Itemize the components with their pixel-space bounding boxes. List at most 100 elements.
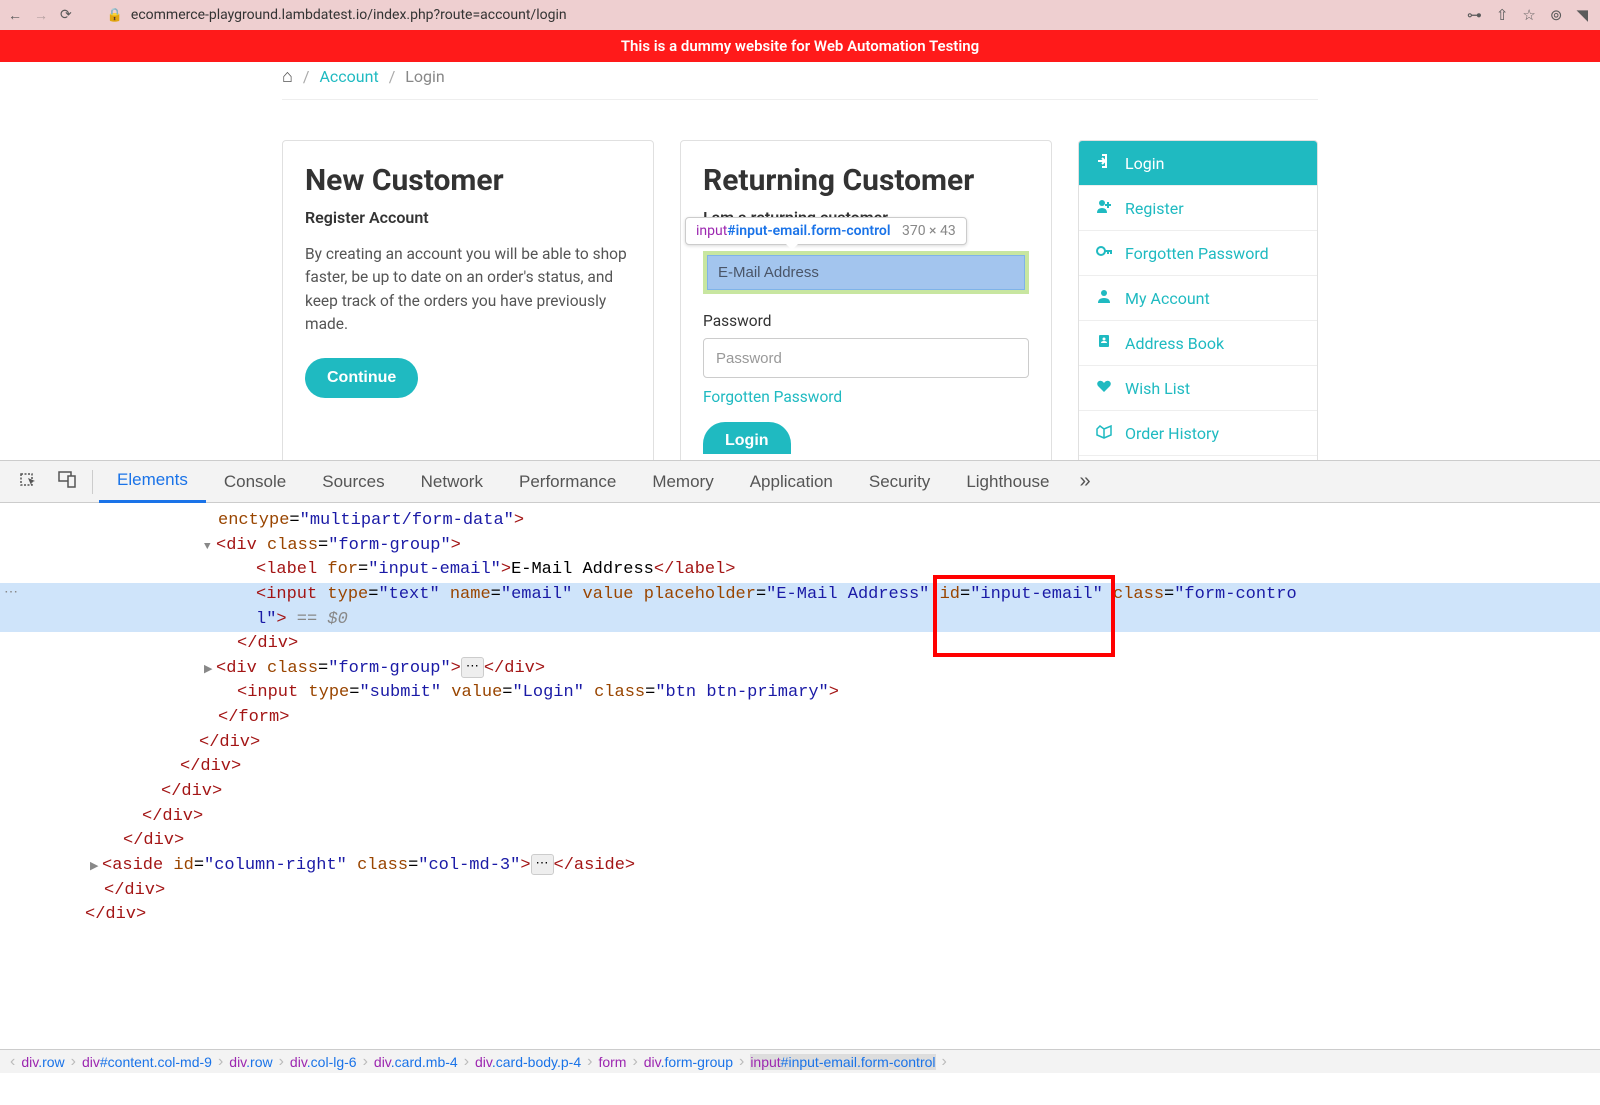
new-customer-card: New Customer Register Account By creatin…	[282, 140, 654, 460]
inspector-tooltip: input#input-email.form-control 370 × 43	[685, 217, 967, 245]
device-icon[interactable]	[48, 470, 86, 493]
code-line[interactable]: <input type="submit" value="Login" class…	[0, 681, 1600, 706]
devtools-tab-elements[interactable]: Elements	[99, 461, 206, 503]
devtools-tab-security[interactable]: Security	[851, 461, 948, 503]
star-icon[interactable]: ☆	[1522, 6, 1535, 24]
bc-scroll-left[interactable]: ‹	[8, 1053, 17, 1071]
devtools-bc-item[interactable]: div#content.col-md-9	[82, 1054, 212, 1070]
devtools-tab-network[interactable]: Network	[403, 461, 501, 503]
page-content: ⌂ / Account / Login New Customer Registe…	[0, 62, 1600, 460]
password-group: Password	[703, 312, 1029, 378]
code-line[interactable]: </div>	[0, 805, 1600, 830]
returning-customer-card: Returning Customer I am a returning cust…	[680, 140, 1052, 460]
login-button[interactable]: Login	[703, 422, 791, 454]
inspect-icon[interactable]	[10, 470, 48, 493]
account-sidebar: Login Register Forgotten Password My Accoun…	[1078, 140, 1318, 460]
tooltip-tag: input	[696, 223, 727, 239]
extension-icon[interactable]: ⊚	[1550, 6, 1563, 24]
home-icon[interactable]: ⌂	[282, 66, 293, 87]
code-line[interactable]: ▶<div class="form-group">⋯</div>	[0, 657, 1600, 682]
code-line[interactable]: ▼<div class="form-group">	[0, 534, 1600, 559]
devtools-bc-item[interactable]: input#input-email.form-control	[750, 1054, 935, 1070]
elements-panel[interactable]: enctype="multipart/form-data">▼<div clas…	[0, 503, 1600, 928]
devtools-bc-item[interactable]: div.row	[229, 1054, 272, 1070]
new-customer-subtitle: Register Account	[305, 208, 631, 227]
code-line[interactable]: enctype="multipart/form-data">	[0, 509, 1600, 534]
key-icon[interactable]: ⊶	[1467, 6, 1482, 24]
code-line[interactable]: <label for="input-email">E-Mail Address<…	[0, 558, 1600, 583]
code-line[interactable]: </div>	[0, 780, 1600, 805]
devtools-tab-lighthouse[interactable]: Lighthouse	[948, 461, 1067, 503]
devtools-bc-item[interactable]: div.row	[21, 1054, 64, 1070]
dummy-banner: This is a dummy website for Web Automati…	[0, 30, 1600, 62]
new-customer-text: By creating an account you will be able …	[305, 243, 631, 336]
code-line[interactable]: </form>	[0, 706, 1600, 731]
sidebar-item-my-account[interactable]: My Account	[1079, 276, 1317, 321]
sidebar-label: Order History	[1125, 424, 1219, 443]
sidebar-label: Wish List	[1125, 379, 1190, 398]
sidebar-label: Login	[1125, 154, 1164, 173]
sidebar-label: My Account	[1125, 289, 1210, 308]
devtools-more-tabs[interactable]: »	[1068, 470, 1103, 493]
bc-scroll-right[interactable]: ›	[940, 1053, 949, 1071]
tooltip-dims: 370 × 43	[902, 223, 956, 239]
sidebar-item-register[interactable]: Register	[1079, 186, 1317, 231]
tooltip-selector: #input-email.form-control	[727, 223, 890, 239]
returning-title: Returning Customer	[703, 163, 1029, 198]
devtools-tab-application[interactable]: Application	[732, 461, 851, 503]
back-button[interactable]: ←	[8, 7, 22, 24]
devtools-tab-sources[interactable]: Sources	[304, 461, 402, 503]
devtools-panel: ElementsConsoleSourcesNetworkPerformance…	[0, 460, 1600, 1105]
code-line[interactable]: </div>	[0, 903, 1600, 928]
devtools-bc-item[interactable]: div.card-body.p-4	[475, 1054, 581, 1070]
code-line[interactable]: </div>	[0, 829, 1600, 854]
address-bar[interactable]: 🔒 ecommerce-playground.lambdatest.io/ind…	[82, 7, 1457, 23]
breadcrumb: ⌂ / Account / Login	[282, 62, 1318, 100]
code-line[interactable]: ⋯<input type="text" name="email" value p…	[0, 583, 1600, 608]
sidebar-item-address-book[interactable]: Address Book	[1079, 321, 1317, 366]
sidebar-icon	[1095, 153, 1113, 173]
sidebar-icon	[1095, 198, 1113, 218]
browser-toolbar: ← → ⟳ 🔒 ecommerce-playground.lambdatest.…	[0, 0, 1600, 30]
devtools-bc-item[interactable]: div.form-group	[644, 1054, 733, 1070]
devtools-bc-item[interactable]: div.col-lg-6	[290, 1054, 357, 1070]
forgot-password-link[interactable]: Forgotten Password	[703, 388, 842, 406]
code-line[interactable]: </div>	[0, 755, 1600, 780]
devtools-tab-memory[interactable]: Memory	[634, 461, 731, 503]
sidebar-label: Forgotten Password	[1125, 244, 1269, 263]
sidebar-icon	[1095, 243, 1113, 263]
continue-button[interactable]: Continue	[305, 358, 418, 398]
devtools-bc-item[interactable]: form	[598, 1054, 626, 1070]
rss-icon[interactable]: ◥	[1576, 6, 1588, 24]
forward-button[interactable]: →	[34, 7, 48, 24]
sidebar-item-order-history[interactable]: Order History	[1079, 411, 1317, 456]
sidebar-item-wish-list[interactable]: Wish List	[1079, 366, 1317, 411]
code-line[interactable]: </div>	[0, 632, 1600, 657]
password-label: Password	[703, 312, 1029, 330]
sidebar-label: Address Book	[1125, 334, 1224, 353]
reload-button[interactable]: ⟳	[60, 7, 72, 23]
code-line[interactable]: </div>	[0, 879, 1600, 904]
url-text: ecommerce-playground.lambdatest.io/index…	[131, 7, 567, 23]
breadcrumb-account[interactable]: Account	[319, 67, 378, 86]
breadcrumb-sep: /	[389, 67, 396, 86]
breadcrumb-sep: /	[303, 67, 310, 86]
password-input[interactable]	[703, 338, 1029, 378]
email-highlight-wrap	[703, 251, 1029, 294]
devtools-breadcrumb[interactable]: ‹ div.row›div#content.col-md-9›div.row›d…	[0, 1049, 1600, 1073]
breadcrumb-login: Login	[405, 67, 444, 86]
devtools-tab-performance[interactable]: Performance	[501, 461, 634, 503]
code-line[interactable]: ▶<aside id="column-right" class="col-md-…	[0, 854, 1600, 879]
share-icon[interactable]: ⇧	[1496, 6, 1509, 24]
sidebar-item-login[interactable]: Login	[1079, 141, 1317, 186]
sidebar-icon	[1095, 333, 1113, 353]
new-customer-title: New Customer	[305, 163, 631, 198]
sidebar-icon	[1095, 423, 1113, 443]
sidebar-item-forgotten-password[interactable]: Forgotten Password	[1079, 231, 1317, 276]
sidebar-icon	[1095, 378, 1113, 398]
devtools-bc-item[interactable]: div.card.mb-4	[374, 1054, 458, 1070]
code-line[interactable]: l"> == $0	[0, 608, 1600, 633]
devtools-tab-console[interactable]: Console	[206, 461, 304, 503]
email-input[interactable]	[707, 255, 1025, 290]
code-line[interactable]: </div>	[0, 731, 1600, 756]
